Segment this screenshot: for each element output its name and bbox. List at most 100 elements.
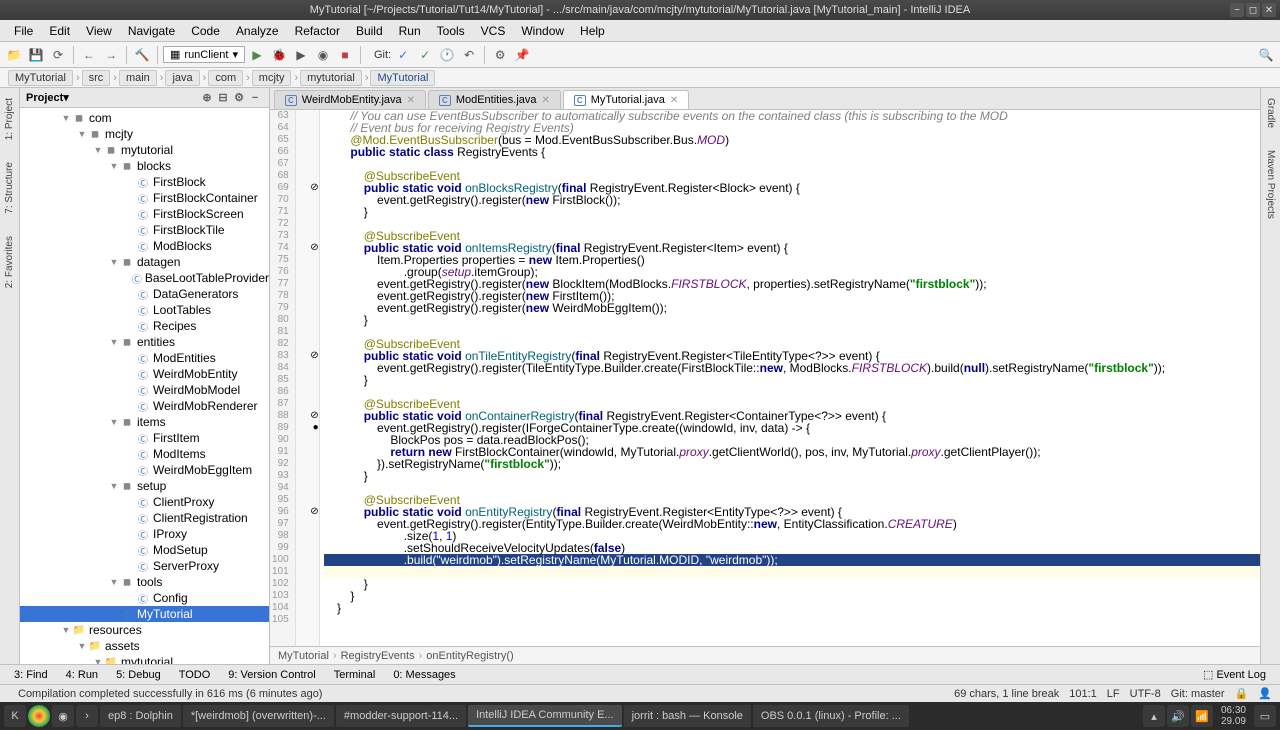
event-log-tab[interactable]: ⬚ Event Log xyxy=(1195,666,1274,683)
tree-item[interactable]: ⒸFirstBlockContainer xyxy=(20,190,269,206)
close-tab-icon[interactable]: ✕ xyxy=(407,95,415,106)
save-icon[interactable]: 💾 xyxy=(26,45,46,65)
status-inspect-icon[interactable]: 👤 xyxy=(1258,687,1272,700)
tree-item[interactable]: ⒸClientRegistration xyxy=(20,510,269,526)
taskbar-item[interactable]: #modder-support-114... xyxy=(336,705,466,727)
menu-help[interactable]: Help xyxy=(572,22,613,40)
network-icon[interactable]: 📶 xyxy=(1191,705,1213,727)
breadcrumb-item[interactable]: MyTutorial xyxy=(8,70,73,86)
bottom-tab[interactable]: 0: Messages xyxy=(385,667,463,683)
coverage-icon[interactable]: ▶ xyxy=(291,45,311,65)
menu-edit[interactable]: Edit xyxy=(41,22,78,40)
status-encoding[interactable]: UTF-8 xyxy=(1130,688,1161,700)
tree-item[interactable]: ⒸFirstBlock xyxy=(20,174,269,190)
breadcrumb-item[interactable]: java xyxy=(165,70,199,86)
tree-item[interactable]: ⒸModItems xyxy=(20,446,269,462)
stop-icon[interactable]: ■ xyxy=(335,45,355,65)
menu-build[interactable]: Build xyxy=(348,22,391,40)
left-tab[interactable]: 2: Favorites xyxy=(2,230,17,294)
hammer-icon[interactable]: ⚙ xyxy=(490,45,510,65)
breadcrumb-item[interactable]: src xyxy=(82,70,111,86)
menu-vcs[interactable]: VCS xyxy=(473,22,514,40)
debug-icon[interactable]: 🐞 xyxy=(269,45,289,65)
tree-item[interactable]: ⒸMyTutorial xyxy=(20,606,269,622)
tree-item[interactable]: ▼◼items xyxy=(20,414,269,430)
breadcrumb-item[interactable]: com xyxy=(208,70,243,86)
profile-icon[interactable]: ◉ xyxy=(313,45,333,65)
tree-item[interactable]: ▼◼datagen xyxy=(20,254,269,270)
menu-analyze[interactable]: Analyze xyxy=(228,22,287,40)
tree-item[interactable]: ▼◼setup xyxy=(20,478,269,494)
gear-icon[interactable]: ⚙ xyxy=(231,90,247,106)
tree-item[interactable]: ⒸRecipes xyxy=(20,318,269,334)
breadcrumb-item[interactable]: main xyxy=(119,70,157,86)
search-icon[interactable]: 🔍 xyxy=(1256,45,1276,65)
status-line-sep[interactable]: LF xyxy=(1107,688,1120,700)
code-editor[interactable]: 6364656667686970717273747576777879808182… xyxy=(270,110,1260,646)
tree-item[interactable]: ⒸDataGenerators xyxy=(20,286,269,302)
run-icon[interactable]: ▶ xyxy=(247,45,267,65)
clock[interactable]: 06:3029.09 xyxy=(1215,705,1252,727)
start-icon[interactable]: K xyxy=(4,705,26,727)
editor-tab[interactable]: CMyTutorial.java✕ xyxy=(563,90,689,109)
open-icon[interactable]: 📁 xyxy=(4,45,24,65)
minimize-icon[interactable]: − xyxy=(1230,3,1244,17)
menu-refactor[interactable]: Refactor xyxy=(287,22,348,40)
menu-tools[interactable]: Tools xyxy=(429,22,473,40)
git-revert-icon[interactable]: ↶ xyxy=(459,45,479,65)
tree-item[interactable]: ⒸServerProxy xyxy=(20,558,269,574)
git-commit-icon[interactable]: ✓ xyxy=(415,45,435,65)
menu-run[interactable]: Run xyxy=(391,22,429,40)
bottom-tab[interactable]: TODO xyxy=(171,667,219,683)
tree-item[interactable]: ⒸModSetup xyxy=(20,542,269,558)
tree-item[interactable]: ▼📁assets xyxy=(20,638,269,654)
tree-item[interactable]: ▼◼com xyxy=(20,110,269,126)
arrow-icon[interactable]: › xyxy=(76,705,98,727)
taskbar-item[interactable]: *[weirdmob] (overwritten)-... xyxy=(183,705,334,727)
editor-tab[interactable]: CModEntities.java✕ xyxy=(428,90,561,109)
breadcrumb-item[interactable]: MyTutorial xyxy=(370,70,435,86)
tree-item[interactable]: ▼◼entities xyxy=(20,334,269,350)
hide-icon[interactable]: − xyxy=(247,90,263,106)
menu-code[interactable]: Code xyxy=(183,22,228,40)
git-update-icon[interactable]: ✓ xyxy=(393,45,413,65)
breadcrumb-item[interactable]: mcjty xyxy=(252,70,292,86)
taskbar-item[interactable]: IntelliJ IDEA Community E... xyxy=(468,705,622,727)
locate-icon[interactable]: ⊕ xyxy=(199,90,215,106)
collapse-icon[interactable]: ⊟ xyxy=(215,90,231,106)
pin-icon[interactable]: 📌 xyxy=(512,45,532,65)
tree-item[interactable]: ▼◼mytutorial xyxy=(20,142,269,158)
bottom-tab[interactable]: 9: Version Control xyxy=(220,667,323,683)
left-tab[interactable]: 1: Project xyxy=(2,92,17,146)
menu-view[interactable]: View xyxy=(78,22,120,40)
editor-crumb-item[interactable]: RegistryEvents xyxy=(341,650,415,662)
breadcrumb-item[interactable]: mytutorial xyxy=(300,70,362,86)
show-desktop-icon[interactable]: ▭ xyxy=(1254,705,1276,727)
tree-item[interactable]: ⒸFirstItem xyxy=(20,430,269,446)
status-git[interactable]: Git: master xyxy=(1171,688,1225,700)
tree-item[interactable]: ⒸFirstBlockTile xyxy=(20,222,269,238)
close-icon[interactable]: ✕ xyxy=(1262,3,1276,17)
status-lock-icon[interactable]: 🔒 xyxy=(1235,687,1249,700)
bottom-tab[interactable]: 4: Run xyxy=(58,667,106,683)
build-icon[interactable]: 🔨 xyxy=(132,45,152,65)
tree-item[interactable]: ⒸFirstBlockScreen xyxy=(20,206,269,222)
menu-window[interactable]: Window xyxy=(513,22,572,40)
maximize-icon[interactable]: ◻ xyxy=(1246,3,1260,17)
tree-item[interactable]: ⒸModBlocks xyxy=(20,238,269,254)
editor-crumb-item[interactable]: MyTutorial xyxy=(278,650,329,662)
tray-icon[interactable]: ▴ xyxy=(1143,705,1165,727)
taskbar-item[interactable]: OBS 0.0.1 (linux) - Profile: ... xyxy=(753,705,909,727)
tree-item[interactable]: ▼◼blocks xyxy=(20,158,269,174)
tree-item[interactable]: ⒸConfig xyxy=(20,590,269,606)
tree-item[interactable]: ⒸWeirdMobRenderer xyxy=(20,398,269,414)
chrome-icon[interactable] xyxy=(28,705,50,727)
tree-item[interactable]: ⒸWeirdMobEntity xyxy=(20,366,269,382)
tree-item[interactable]: ▼📁resources xyxy=(20,622,269,638)
tree-item[interactable]: ▼📁mytutorial xyxy=(20,654,269,664)
editor-crumb-item[interactable]: onEntityRegistry() xyxy=(426,650,513,662)
bottom-tab[interactable]: 3: Find xyxy=(6,667,56,683)
status-position[interactable]: 101:1 xyxy=(1069,688,1097,700)
tree-item[interactable]: ⒸBaseLootTableProvider xyxy=(20,270,269,286)
project-tree[interactable]: ▼◼com▼◼mcjty▼◼mytutorial▼◼blocksⒸFirstBl… xyxy=(20,108,269,664)
